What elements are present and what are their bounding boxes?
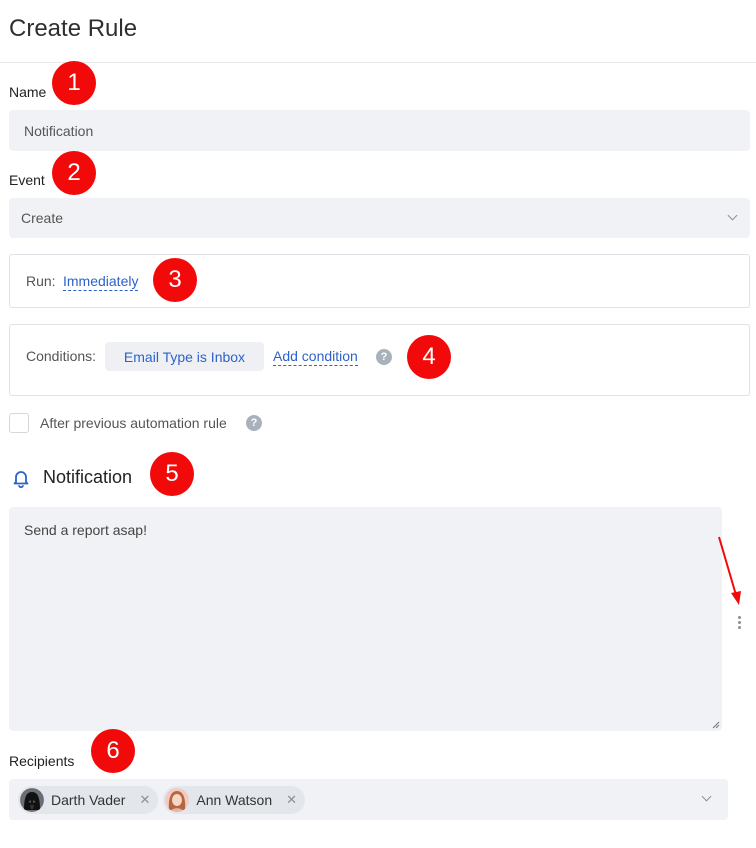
recipient-name: Darth Vader [51,791,126,808]
notification-message-textarea[interactable]: Send a report asap! [9,507,722,731]
page-title: Create Rule [9,15,138,42]
annotation-badge: 6 [91,729,135,773]
add-condition-link[interactable]: Add condition [273,348,358,366]
recipients-label: Recipients [9,753,75,769]
event-label: Event [9,172,45,188]
recipients-select[interactable]: Darth Vader ✕ Ann Watson ✕ [9,779,728,820]
chevron-down-icon [727,210,738,221]
notification-title: Notification [43,467,133,487]
event-select[interactable]: Create [9,198,750,238]
name-input-value: Notification [24,122,94,139]
event-select-value: Create [21,210,64,226]
bell-icon [13,471,29,488]
resize-handle-icon[interactable] [712,721,720,729]
after-previous-checkbox[interactable] [9,413,29,433]
name-input[interactable]: Notification [9,110,750,151]
annotation-badge: 5 [150,452,194,496]
condition-chip[interactable]: Email Type is Inbox [105,342,264,371]
remove-recipient-icon[interactable]: ✕ [139,792,150,808]
annotation-badge: 1 [52,61,96,105]
remove-recipient-icon[interactable]: ✕ [286,792,297,808]
name-label: Name [9,84,47,100]
ann-watson-avatar [165,787,190,812]
annotation-badge: 2 [52,151,96,195]
question-icon[interactable]: ? [376,349,392,365]
more-options-icon[interactable] [738,614,741,631]
run-label: Run: [26,273,56,289]
chevron-down-icon [701,791,712,802]
darth-vader-avatar [20,787,44,812]
question-icon[interactable]: ? [246,415,262,431]
recipient-chip: Ann Watson ✕ [163,785,306,814]
after-previous-label: After previous automation rule [40,415,227,431]
recipient-chip: Darth Vader ✕ [18,785,159,814]
arrow-annotation-icon [718,536,741,605]
run-timing-link[interactable]: Immediately [63,273,139,291]
title-divider [0,62,756,63]
notification-message-text: Send a report asap! [24,522,147,538]
conditions-label: Conditions: [26,348,97,364]
condition-chip-label: Email Type is Inbox [123,348,246,365]
recipient-name: Ann Watson [196,791,273,808]
annotation-badge: 4 [407,335,451,379]
annotation-badge: 3 [153,258,197,302]
